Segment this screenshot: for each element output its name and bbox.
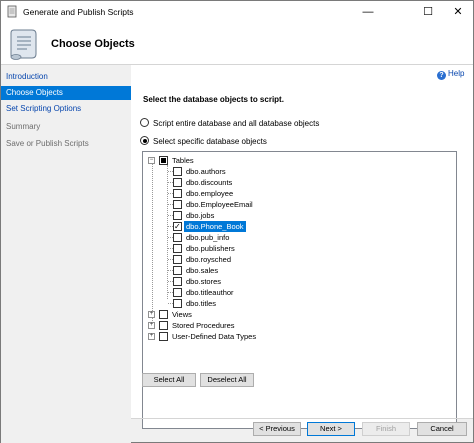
table-checkbox[interactable] bbox=[173, 244, 182, 253]
tree-node-table[interactable]: dbo.sales bbox=[143, 265, 343, 276]
tree-node-label: Tables bbox=[172, 156, 194, 165]
radio-label: Select specific database objects bbox=[153, 137, 267, 146]
cancel-button[interactable]: Cancel bbox=[417, 422, 467, 436]
table-checkbox[interactable] bbox=[173, 211, 182, 220]
tree-node-user-defined-data-types[interactable]: + User-Defined Data Types bbox=[143, 331, 343, 342]
group-checkbox[interactable] bbox=[159, 321, 168, 330]
table-checkbox[interactable] bbox=[173, 299, 182, 308]
collapse-toggle[interactable]: − bbox=[148, 157, 155, 164]
wizard-header: Choose Objects bbox=[1, 23, 473, 65]
tree-node-label: dbo.sales bbox=[186, 266, 219, 275]
tree-node-table[interactable]: dbo.titles bbox=[143, 298, 343, 309]
tree-node-table-selected[interactable]: dbo.Phone_Book bbox=[143, 221, 343, 232]
title-bar[interactable]: Generate and Publish Scripts — ☐ ✕ bbox=[1, 1, 473, 23]
radio-button-selected[interactable] bbox=[140, 136, 149, 145]
help-link[interactable]: ? Help bbox=[437, 69, 464, 80]
tables-checkbox[interactable] bbox=[159, 156, 168, 165]
script-scroll-icon bbox=[10, 29, 37, 60]
tree-node-table[interactable]: dbo.employee bbox=[143, 188, 343, 199]
wizard-nav: Introduction Choose Objects Set Scriptin… bbox=[1, 65, 131, 443]
tree-node-table[interactable]: dbo.authors bbox=[143, 166, 343, 177]
tree-node-label: dbo.stores bbox=[186, 277, 222, 286]
table-checkbox[interactable] bbox=[173, 288, 182, 297]
tree-node-label: dbo.pub_info bbox=[186, 233, 230, 242]
script-scroll-icon bbox=[7, 5, 17, 18]
table-checkbox[interactable] bbox=[173, 189, 182, 198]
radio-button[interactable] bbox=[140, 118, 149, 127]
next-button[interactable]: Next > bbox=[307, 422, 355, 436]
radio-specific-objects[interactable]: Select specific database objects bbox=[140, 136, 267, 146]
tree-node-table[interactable]: dbo.discounts bbox=[143, 177, 343, 188]
tree-node-label: User-Defined Data Types bbox=[172, 332, 257, 341]
tree-node-label: dbo.Phone_Book bbox=[184, 221, 246, 232]
nav-item-save-or-publish: Save or Publish Scripts bbox=[6, 139, 89, 148]
expand-toggle[interactable]: + bbox=[148, 311, 155, 318]
tree-node-label: dbo.roysched bbox=[186, 255, 232, 264]
tree-node-table[interactable]: dbo.EmployeeEmail bbox=[143, 199, 343, 210]
tree-node-label: dbo.titles bbox=[186, 299, 217, 308]
close-button[interactable]: ✕ bbox=[443, 1, 473, 23]
tree-node-label: dbo.publishers bbox=[186, 244, 235, 253]
tree-node-tables[interactable]: − Tables bbox=[143, 155, 263, 166]
group-checkbox[interactable] bbox=[159, 332, 168, 341]
nav-item-set-scripting-options[interactable]: Set Scripting Options bbox=[1, 102, 131, 116]
table-checkbox[interactable] bbox=[173, 266, 182, 275]
tree-node-label: dbo.employee bbox=[186, 189, 234, 198]
radio-label: Script entire database and all database … bbox=[153, 119, 320, 128]
table-checkbox[interactable] bbox=[173, 277, 182, 286]
nav-item-summary: Summary bbox=[6, 122, 41, 131]
tree-node-table[interactable]: dbo.jobs bbox=[143, 210, 343, 221]
table-checkbox[interactable] bbox=[173, 255, 182, 264]
table-checkbox[interactable] bbox=[173, 178, 182, 187]
tree-node-label: Views bbox=[172, 310, 192, 319]
tree-node-label: Stored Procedures bbox=[172, 321, 235, 330]
help-icon: ? bbox=[437, 71, 446, 80]
maximize-button[interactable]: ☐ bbox=[413, 1, 443, 23]
tree-node-label: dbo.titleauthor bbox=[186, 288, 234, 297]
nav-item-choose-objects[interactable]: Choose Objects bbox=[1, 86, 131, 100]
tree-node-label: dbo.discounts bbox=[186, 178, 233, 187]
radio-entire-database[interactable]: Script entire database and all database … bbox=[140, 118, 319, 128]
tree-node-views[interactable]: + Views bbox=[143, 309, 343, 320]
help-label: Help bbox=[448, 69, 465, 78]
tree-node-label: dbo.EmployeeEmail bbox=[186, 200, 253, 209]
table-checkbox[interactable] bbox=[173, 167, 182, 176]
tree-node-table[interactable]: dbo.roysched bbox=[143, 254, 343, 265]
tree-node-table[interactable]: dbo.pub_info bbox=[143, 232, 343, 243]
previous-button[interactable]: < Previous bbox=[253, 422, 301, 436]
footer-divider bbox=[131, 418, 473, 419]
expand-toggle[interactable]: + bbox=[148, 322, 155, 329]
tree-node-label: dbo.authors bbox=[186, 167, 226, 176]
tree-node-table[interactable]: dbo.publishers bbox=[143, 243, 343, 254]
content-pane: ? Help Select the database objects to scr… bbox=[131, 65, 473, 429]
object-tree[interactable]: − Tables dbo.authors dbo.discounts dbo.e… bbox=[142, 151, 457, 429]
table-checkbox[interactable] bbox=[173, 233, 182, 242]
group-checkbox[interactable] bbox=[159, 310, 168, 319]
window-title: Generate and Publish Scripts bbox=[23, 7, 134, 17]
minimize-button[interactable]: — bbox=[353, 1, 383, 23]
wizard-window: Generate and Publish Scripts — ☐ ✕ Choos… bbox=[0, 0, 474, 443]
expand-toggle[interactable]: + bbox=[148, 333, 155, 340]
finish-button: Finish bbox=[362, 422, 410, 436]
table-checkbox[interactable] bbox=[173, 200, 182, 209]
nav-item-introduction[interactable]: Introduction bbox=[1, 70, 131, 84]
tree-node-table[interactable]: dbo.titleauthor bbox=[143, 287, 343, 298]
tree-node-stored-procedures[interactable]: + Stored Procedures bbox=[143, 320, 343, 331]
instruction-text: Select the database objects to script. bbox=[143, 95, 284, 104]
table-checkbox-checked[interactable] bbox=[173, 221, 182, 232]
tree-node-table[interactable]: dbo.stores bbox=[143, 276, 343, 287]
tree-node-label: dbo.jobs bbox=[186, 211, 215, 220]
deselect-all-button[interactable]: Deselect All bbox=[200, 373, 254, 387]
page-title: Choose Objects bbox=[51, 38, 135, 50]
select-all-button[interactable]: Select All bbox=[142, 373, 196, 387]
